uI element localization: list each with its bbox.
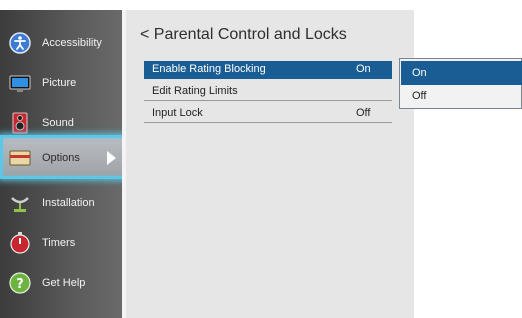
sidebar-item-label: Sound <box>42 117 74 129</box>
accessibility-icon <box>9 32 31 54</box>
value-popup: On Off <box>399 58 522 109</box>
sidebar-item-label: Picture <box>42 77 77 89</box>
sidebar-item-label: Installation <box>42 197 95 209</box>
svg-text:?: ? <box>16 277 24 292</box>
row-value: Off <box>356 107 371 119</box>
picture-icon <box>9 72 31 94</box>
menu-row-input-lock[interactable]: Input Lock Off <box>144 105 392 123</box>
sound-icon <box>9 112 31 134</box>
row-value: On <box>356 63 371 75</box>
help-icon: ? <box>9 272 31 294</box>
row-label: Edit Rating Limits <box>152 85 238 97</box>
sidebar-item-label: Timers <box>42 237 76 249</box>
page-title: < Parental Control and Locks <box>140 26 347 43</box>
row-label: Enable Rating Blocking <box>152 63 266 75</box>
sidebar-item-label: Get Help <box>42 277 86 289</box>
parental-control-pane: < Parental Control and Locks Enable Rati… <box>126 10 414 318</box>
popup-option-label: Off <box>412 90 427 102</box>
sidebar-item-get-help[interactable]: ? Get Help <box>0 263 122 303</box>
sidebar-item-picture[interactable]: Picture <box>0 63 122 103</box>
row-label: Input Lock <box>152 107 203 119</box>
sidebar-item-label: Accessibility <box>42 37 102 49</box>
sidebar-item-accessibility[interactable]: Accessibility <box>0 23 122 63</box>
timers-icon <box>9 232 31 254</box>
menu-row-enable-rating-blocking[interactable]: Enable Rating Blocking On <box>144 61 392 79</box>
focus-highlight <box>0 135 134 179</box>
sidebar-item-installation[interactable]: Installation <box>0 183 122 223</box>
popup-option-label: On <box>412 67 427 79</box>
popup-option-on[interactable]: On <box>401 61 522 85</box>
sidebar-item-timers[interactable]: Timers <box>0 223 122 263</box>
installation-icon <box>9 192 31 214</box>
menu-row-edit-rating-limits[interactable]: Edit Rating Limits <box>144 83 392 101</box>
popup-option-off[interactable]: Off <box>401 84 522 108</box>
